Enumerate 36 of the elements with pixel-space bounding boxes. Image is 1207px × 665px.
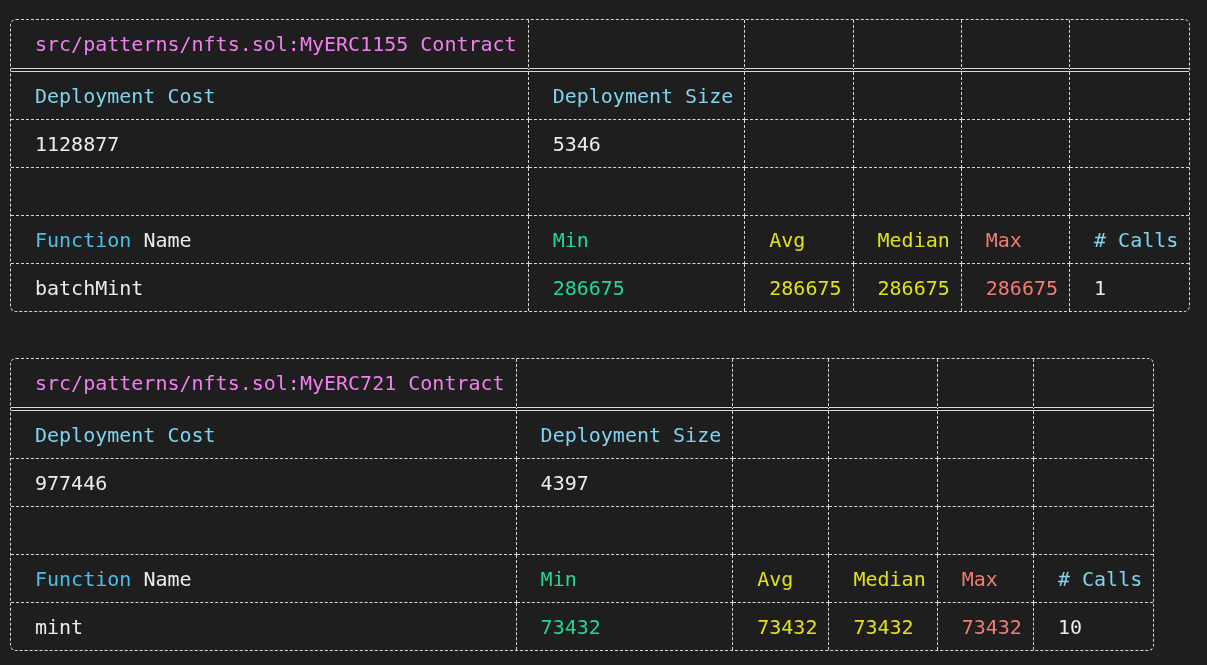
cell-text: 73432 bbox=[540, 614, 601, 639]
cell-text: Avg bbox=[769, 227, 806, 252]
cell-text: 286675 bbox=[769, 275, 842, 300]
cell-text: 73432 bbox=[757, 614, 818, 639]
cell-text: 977446 bbox=[35, 470, 108, 495]
cell-text: Max bbox=[985, 227, 1022, 252]
cell-text: # Calls bbox=[1094, 227, 1179, 252]
cell-text: 10 bbox=[1057, 614, 1082, 639]
contract-title: src/patterns/nfts.sol:MyERC1155 Contract bbox=[35, 32, 517, 56]
cell-text: Median bbox=[877, 227, 950, 252]
cell-text: Median bbox=[853, 566, 926, 591]
contract-title: src/patterns/nfts.sol:MyERC721 Contract bbox=[35, 371, 505, 395]
cell-text: Deployment Size bbox=[540, 422, 722, 447]
cell-text: Max bbox=[961, 566, 998, 591]
cell-text: 1 bbox=[1094, 275, 1107, 300]
cell-text: 4397 bbox=[540, 470, 589, 495]
cell-text: 286675 bbox=[985, 275, 1058, 300]
cell-text: Deployment Cost bbox=[35, 83, 216, 108]
cell-text: 5346 bbox=[552, 131, 601, 156]
cell-text: 1128877 bbox=[35, 131, 120, 156]
cell-text: 73432 bbox=[961, 614, 1022, 639]
cell-text: 73432 bbox=[853, 614, 914, 639]
cell-text: 286675 bbox=[552, 275, 625, 300]
cell-text: Min bbox=[552, 227, 589, 252]
cell-text: Deployment Cost bbox=[35, 422, 216, 447]
cell-text: mint bbox=[35, 614, 84, 639]
cell-text: batchMint bbox=[35, 275, 144, 300]
cell-text: Deployment Size bbox=[552, 83, 734, 108]
cell-text: Function bbox=[35, 566, 132, 591]
cell-text: Avg bbox=[757, 566, 794, 591]
cell-text: Name bbox=[143, 566, 192, 591]
cell-text: # Calls bbox=[1057, 566, 1143, 591]
cell-text: 286675 bbox=[877, 275, 950, 300]
cell-text: Name bbox=[143, 227, 192, 252]
cell-text: Min bbox=[540, 566, 577, 591]
cell-text: Function bbox=[35, 227, 132, 252]
